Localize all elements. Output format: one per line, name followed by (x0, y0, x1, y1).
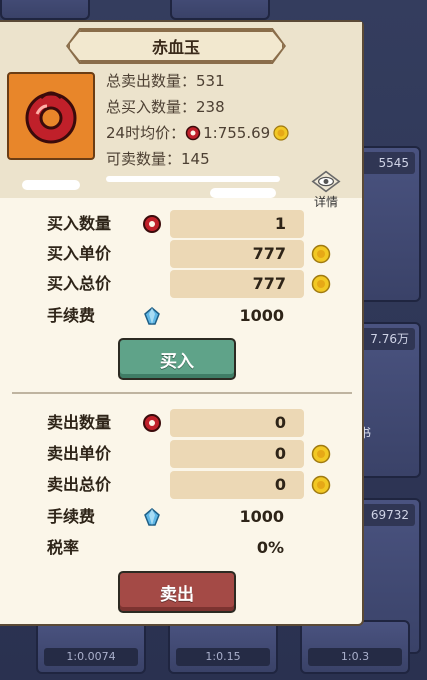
total-sold-value: 531 (196, 72, 225, 90)
buy-unit-price-row: 买入单价 777 (0, 240, 364, 268)
red-jade-ring-icon (25, 91, 77, 144)
sell-total-price-label: 卖出总价 (47, 475, 112, 494)
background-card[interactable] (0, 0, 90, 20)
total-bought-row: 总买入数量： 238 (106, 94, 289, 120)
background-card[interactable]: 1:0.3 (300, 620, 410, 674)
sell-unit-price-input[interactable]: 0 (170, 440, 304, 468)
detail-label: 详情 (313, 195, 338, 209)
sell-total-price-row: 卖出总价 0 (0, 471, 364, 499)
background-card[interactable] (170, 0, 270, 20)
sell-total-price-input[interactable]: 0 (170, 471, 304, 499)
buy-fee-value: 1000 (239, 306, 284, 325)
gold-coin-icon (311, 274, 331, 294)
average-price-row: 24时均价： 1:755.69 (106, 120, 289, 146)
decor-pill-right (210, 188, 276, 198)
section-divider (12, 392, 352, 394)
buy-quantity-row: 买入数量 1 (0, 210, 364, 238)
buy-total-price-input[interactable]: 777 (170, 270, 304, 298)
sell-tax-row: 税率 0% (0, 534, 364, 562)
total-bought-value: 238 (196, 98, 225, 116)
buy-fee-row: 手续费 1000 (0, 302, 364, 330)
sell-quantity-input[interactable]: 0 (170, 409, 304, 437)
average-price-value: 1:755.69 (203, 124, 271, 142)
background-card[interactable]: 1:0.15 (168, 620, 278, 674)
sell-fee-value: 1000 (239, 507, 284, 526)
buy-fee-label: 手续费 (47, 306, 96, 325)
trade-panel: 赤血玉 总卖出数量： 531 总买入数量： 238 24时均价： 1:755.6… (0, 20, 364, 626)
blue-crystal-icon (144, 508, 160, 526)
total-sold-row: 总卖出数量： 531 (106, 68, 289, 94)
gold-coin-icon (311, 475, 331, 495)
blue-crystal-icon (144, 307, 160, 325)
sell-tax-value: 0% (256, 538, 284, 557)
buy-unit-price-input[interactable]: 777 (170, 240, 304, 268)
buy-button[interactable]: 买入 (118, 338, 236, 380)
red-jade-icon (143, 215, 161, 233)
sell-fee-label: 手续费 (47, 507, 96, 526)
eye-icon (311, 170, 341, 193)
sellable-row: 可卖数量： 145 (106, 146, 289, 172)
sellable-label: 可卖数量： (106, 150, 182, 168)
buy-total-price-label: 买入总价 (47, 274, 112, 293)
background-card-ratio: 1:0.3 (308, 648, 402, 666)
gold-coin-icon (311, 244, 331, 264)
buy-unit-price-label: 买入单价 (47, 244, 112, 263)
decor-pill-left (22, 180, 80, 190)
buy-total-price-row: 买入总价 777 (0, 270, 364, 298)
decor-pill-top (106, 176, 280, 182)
gold-coin-icon (273, 125, 289, 141)
background-card[interactable]: 1:0.0074 (36, 620, 146, 674)
sell-button[interactable]: 卖出 (118, 571, 236, 613)
item-icon-box (7, 72, 95, 160)
buy-quantity-input[interactable]: 1 (170, 210, 304, 238)
sell-quantity-row: 卖出数量 0 (0, 409, 364, 437)
background-card-ratio: 1:0.0074 (44, 648, 138, 666)
buy-quantity-label: 买入数量 (47, 214, 112, 233)
total-sold-label: 总卖出数量： (106, 72, 197, 90)
background-card-ratio: 1:0.15 (176, 648, 270, 666)
red-jade-icon (143, 414, 161, 432)
average-price-label: 24时均价： (106, 124, 186, 142)
sellable-value: 145 (181, 150, 210, 168)
sell-unit-price-row: 卖出单价 0 (0, 440, 364, 468)
detail-button[interactable]: 详情 (306, 170, 346, 210)
gold-coin-icon (311, 444, 331, 464)
total-bought-label: 总买入数量： (106, 98, 197, 116)
red-jade-icon (185, 125, 201, 141)
sell-quantity-label: 卖出数量 (47, 413, 112, 432)
item-title: 赤血玉 (68, 30, 284, 62)
sell-fee-row: 手续费 1000 (0, 503, 364, 531)
sell-unit-price-label: 卖出单价 (47, 444, 112, 463)
sell-tax-label: 税率 (47, 538, 80, 557)
item-stats: 总卖出数量： 531 总买入数量： 238 24时均价： 1:755.69 可卖… (106, 68, 289, 172)
